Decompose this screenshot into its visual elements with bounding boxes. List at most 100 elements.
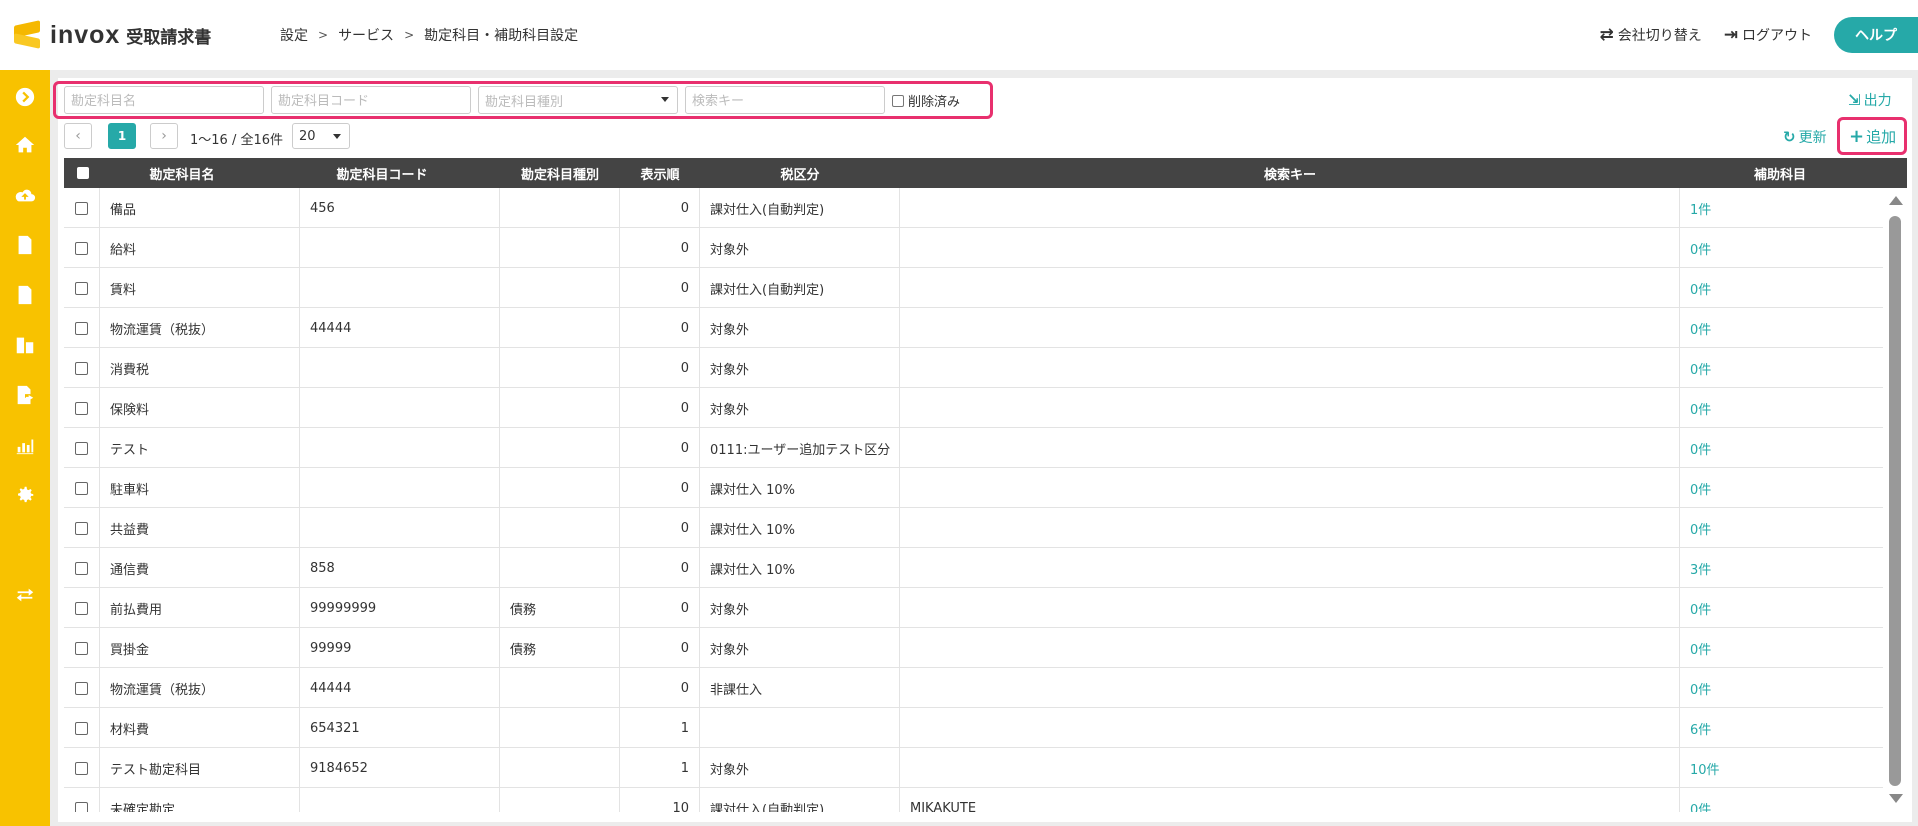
app-logo[interactable]: invox 受取請求書 bbox=[12, 20, 280, 50]
row-checkbox[interactable] bbox=[75, 561, 88, 575]
row-checkbox[interactable] bbox=[75, 361, 88, 375]
column-header-type[interactable]: 勘定科目種別 bbox=[500, 158, 620, 188]
table-row[interactable]: 賃料 0 課対仕入(自動判定) 0件 bbox=[64, 268, 1883, 308]
table-row[interactable]: 物流運賃（税抜） 44444 0 非課仕入 0件 bbox=[64, 668, 1883, 708]
row-checkbox[interactable] bbox=[75, 761, 88, 775]
building-icon[interactable] bbox=[0, 330, 50, 360]
row-checkbox-cell[interactable] bbox=[64, 388, 100, 428]
table-row[interactable]: 給料 0 対象外 0件 bbox=[64, 228, 1883, 268]
account-code-input[interactable] bbox=[271, 86, 471, 114]
row-checkbox[interactable] bbox=[75, 481, 88, 495]
cell-sub-accounts[interactable]: 1件 bbox=[1680, 188, 1883, 228]
table-row[interactable]: 買掛金 99999 債務 0 対象外 0件 bbox=[64, 628, 1883, 668]
row-checkbox-cell[interactable] bbox=[64, 548, 100, 588]
add-button[interactable]: + 追加 bbox=[1849, 126, 1896, 147]
row-checkbox-cell[interactable] bbox=[64, 348, 100, 388]
column-header-sub-accounts[interactable]: 補助科目 bbox=[1680, 158, 1880, 188]
column-header-search-key[interactable]: 検索キー bbox=[900, 158, 1680, 188]
refresh-button[interactable]: ↻ 更新 bbox=[1783, 127, 1827, 147]
table-row[interactable]: テスト勘定科目 9184652 1 対象外 10件 bbox=[64, 748, 1883, 788]
page-1-button[interactable]: 1 bbox=[108, 123, 136, 149]
cell-sub-accounts[interactable]: 10件 bbox=[1680, 748, 1883, 788]
cell-sub-accounts[interactable]: 3件 bbox=[1680, 548, 1883, 588]
scroll-up-icon[interactable] bbox=[1889, 196, 1903, 205]
row-checkbox[interactable] bbox=[75, 521, 88, 535]
scroll-down-icon[interactable] bbox=[1889, 794, 1903, 803]
column-header-code[interactable]: 勘定科目コード bbox=[300, 158, 464, 188]
cell-sub-accounts[interactable]: 0件 bbox=[1680, 588, 1883, 628]
table-row[interactable]: 物流運賃（税抜） 44444 0 対象外 0件 bbox=[64, 308, 1883, 348]
table-row[interactable]: 備品 456 0 課対仕入(自動判定) 1件 bbox=[64, 188, 1883, 228]
breadcrumb-item-service[interactable]: サービス bbox=[338, 25, 394, 45]
row-checkbox-cell[interactable] bbox=[64, 628, 100, 668]
table-scrollbar[interactable] bbox=[1884, 188, 1906, 812]
row-checkbox-cell[interactable] bbox=[64, 508, 100, 548]
row-checkbox-cell[interactable] bbox=[64, 188, 100, 228]
scroll-thumb[interactable] bbox=[1889, 216, 1901, 786]
cell-sub-accounts[interactable]: 0件 bbox=[1680, 508, 1883, 548]
row-checkbox[interactable] bbox=[75, 601, 88, 615]
document-icon[interactable] bbox=[0, 230, 50, 260]
row-checkbox[interactable] bbox=[75, 801, 88, 812]
row-checkbox[interactable] bbox=[75, 681, 88, 695]
row-checkbox[interactable] bbox=[75, 641, 88, 655]
file-export-icon[interactable] bbox=[0, 380, 50, 410]
row-checkbox[interactable] bbox=[75, 281, 88, 295]
home-icon[interactable] bbox=[0, 130, 50, 160]
row-checkbox-cell[interactable] bbox=[64, 668, 100, 708]
cell-sub-accounts[interactable]: 0件 bbox=[1680, 428, 1883, 468]
row-checkbox[interactable] bbox=[75, 201, 88, 215]
switch-company-button[interactable]: ⇄ 会社切り替え bbox=[1600, 25, 1702, 45]
row-checkbox[interactable] bbox=[75, 401, 88, 415]
cell-sub-accounts[interactable]: 0件 bbox=[1680, 668, 1883, 708]
file-text-icon[interactable] bbox=[0, 280, 50, 310]
logout-button[interactable]: ⇥ ログアウト bbox=[1724, 25, 1812, 45]
page-size-select[interactable]: 20 bbox=[292, 123, 350, 149]
chart-icon[interactable] bbox=[0, 430, 50, 460]
cell-sub-accounts[interactable]: 0件 bbox=[1680, 348, 1883, 388]
cell-sub-accounts[interactable]: 0件 bbox=[1680, 628, 1883, 668]
row-checkbox-cell[interactable] bbox=[64, 308, 100, 348]
select-all-checkbox[interactable] bbox=[77, 167, 89, 179]
table-row[interactable]: 前払費用 99999999 債務 0 対象外 0件 bbox=[64, 588, 1883, 628]
row-checkbox-cell[interactable] bbox=[64, 468, 100, 508]
table-row[interactable]: テスト 0 0111:ユーザー追加テスト区分 0件 bbox=[64, 428, 1883, 468]
row-checkbox[interactable] bbox=[75, 721, 88, 735]
row-checkbox[interactable] bbox=[75, 241, 88, 255]
cell-sub-accounts[interactable]: 0件 bbox=[1680, 468, 1883, 508]
cell-sub-accounts[interactable]: 6件 bbox=[1680, 708, 1883, 748]
table-row[interactable]: 共益費 0 課対仕入 10% 0件 bbox=[64, 508, 1883, 548]
column-header-name[interactable]: 勘定科目名 bbox=[100, 158, 264, 188]
row-checkbox-cell[interactable] bbox=[64, 748, 100, 788]
search-key-input[interactable] bbox=[685, 86, 885, 114]
gear-icon[interactable] bbox=[0, 480, 50, 510]
cell-sub-accounts[interactable]: 0件 bbox=[1680, 388, 1883, 428]
swap-icon[interactable] bbox=[0, 580, 50, 610]
table-row[interactable]: 駐車料 0 課対仕入 10% 0件 bbox=[64, 468, 1883, 508]
prev-page-button[interactable]: ‹ bbox=[64, 123, 92, 149]
deleted-filter[interactable]: 削除済み bbox=[892, 91, 960, 110]
cloud-upload-icon[interactable] bbox=[0, 180, 50, 210]
table-row[interactable]: 消費税 0 対象外 0件 bbox=[64, 348, 1883, 388]
help-button[interactable]: ヘルプ bbox=[1834, 17, 1918, 53]
table-row[interactable]: 通信費 858 0 課対仕入 10% 3件 bbox=[64, 548, 1883, 588]
cell-sub-accounts[interactable]: 0件 bbox=[1680, 268, 1883, 308]
row-checkbox[interactable] bbox=[75, 441, 88, 455]
row-checkbox-cell[interactable] bbox=[64, 708, 100, 748]
cell-sub-accounts[interactable]: 0件 bbox=[1680, 788, 1883, 813]
table-row[interactable]: 保険料 0 対象外 0件 bbox=[64, 388, 1883, 428]
row-checkbox-cell[interactable] bbox=[64, 788, 100, 812]
next-page-button[interactable]: › bbox=[150, 123, 178, 149]
account-type-select[interactable]: 勘定科目種別 bbox=[478, 86, 678, 114]
cell-sub-accounts[interactable]: 0件 bbox=[1680, 228, 1883, 268]
table-row[interactable]: 材料費 654321 1 6件 bbox=[64, 708, 1883, 748]
table-row[interactable]: 未確定勘定 10 課対仕入(自動判定) MIKAKUTE 0件 bbox=[64, 788, 1883, 812]
row-checkbox-cell[interactable] bbox=[64, 428, 100, 468]
row-checkbox[interactable] bbox=[75, 321, 88, 335]
arrow-right-circle-icon[interactable] bbox=[0, 82, 50, 112]
row-checkbox-cell[interactable] bbox=[64, 228, 100, 268]
row-checkbox-cell[interactable] bbox=[64, 588, 100, 628]
breadcrumb-item-settings[interactable]: 設定 bbox=[280, 25, 308, 45]
account-name-input[interactable] bbox=[64, 86, 264, 114]
export-button[interactable]: ⇲ 出力 bbox=[1848, 90, 1892, 110]
